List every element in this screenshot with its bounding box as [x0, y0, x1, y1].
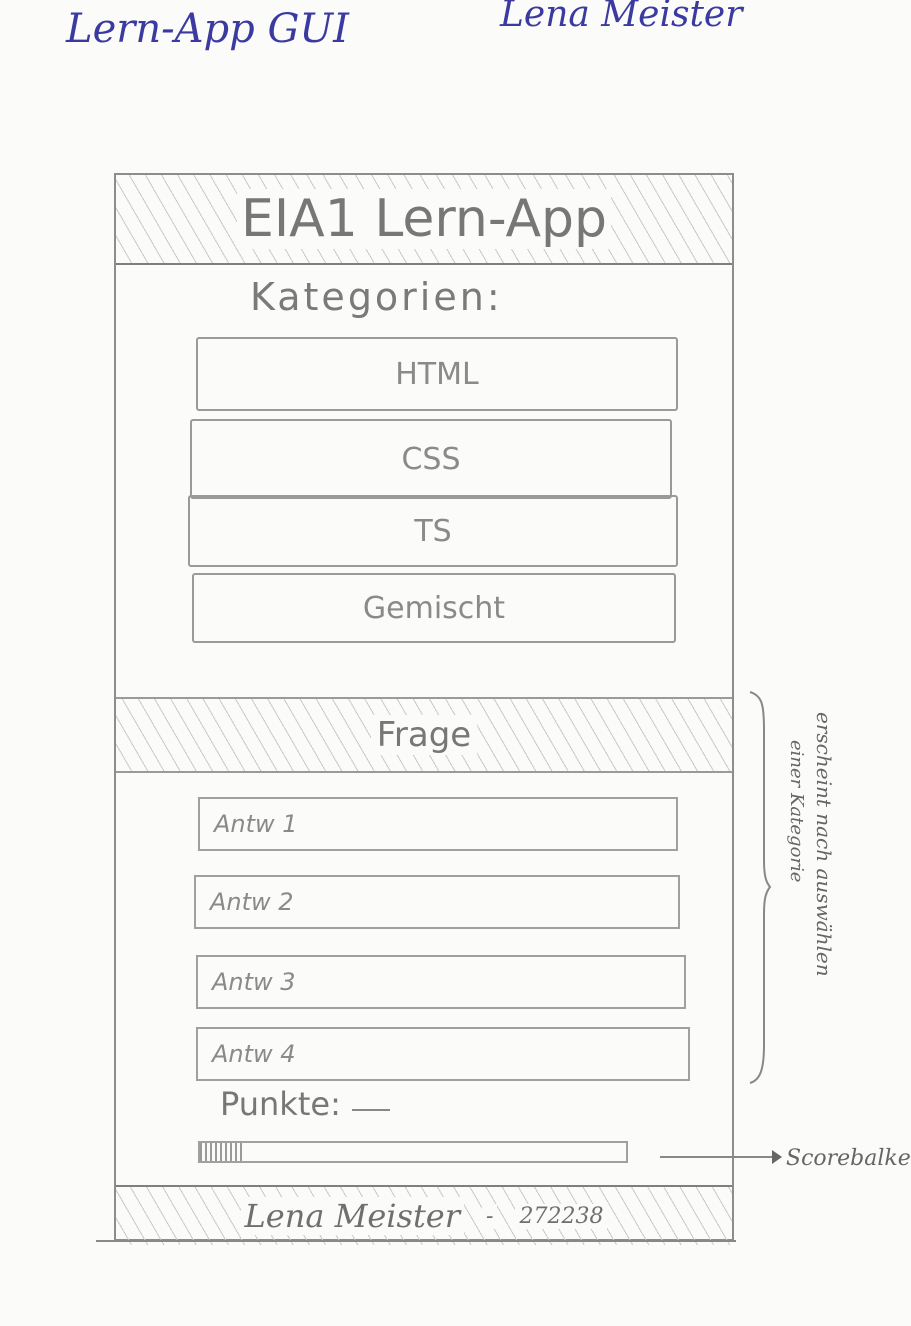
sheet-title: Lern-App GUI — [66, 6, 349, 52]
category-button-css[interactable]: CSS — [190, 419, 672, 499]
baseline-rule — [96, 1240, 736, 1242]
app-wireframe: EIA1 Lern-App Kategorien: HTML CSS TS Ge… — [114, 173, 734, 1245]
sheet-author: Lena Meister — [500, 0, 743, 35]
footer: Lena Meister - 272238 — [116, 1185, 732, 1245]
answer-button-4[interactable]: Antw 4 — [196, 1027, 690, 1081]
footer-id: 272238 — [515, 1203, 608, 1229]
answer-button-1[interactable]: Antw 1 — [198, 797, 678, 851]
note-line-2: einer Kategorie — [786, 740, 807, 883]
category-button-html[interactable]: HTML — [196, 337, 678, 411]
category-button-mixed[interactable]: Gemischt — [192, 573, 676, 643]
app-header: EIA1 Lern-App — [116, 175, 732, 265]
points-value-blank — [352, 1105, 390, 1111]
answer-button-3[interactable]: Antw 3 — [196, 955, 686, 1009]
brace-icon — [749, 691, 772, 1084]
score-bar-fill — [200, 1143, 243, 1161]
footer-name: Lena Meister — [240, 1197, 465, 1235]
categories-label: Kategorien: — [250, 275, 503, 319]
score-bar — [198, 1141, 628, 1163]
question-bar: Frage — [116, 697, 732, 773]
answer-button-2[interactable]: Antw 2 — [194, 875, 680, 929]
note-line-1: erscheint nach auswählen — [812, 712, 836, 977]
conditional-note: erscheint nach auswählen einer Kategorie — [786, 712, 862, 1052]
footer-separator: - — [482, 1203, 498, 1229]
points-label: Punkte: — [220, 1085, 341, 1123]
category-button-ts[interactable]: TS — [188, 495, 678, 567]
arrow-right-icon — [772, 1150, 782, 1164]
question-text: Frage — [370, 715, 478, 755]
app-title: EIA1 Lern-App — [236, 189, 612, 249]
scorebar-note: Scorebalken — [786, 1146, 911, 1171]
arrow-line — [660, 1156, 776, 1158]
